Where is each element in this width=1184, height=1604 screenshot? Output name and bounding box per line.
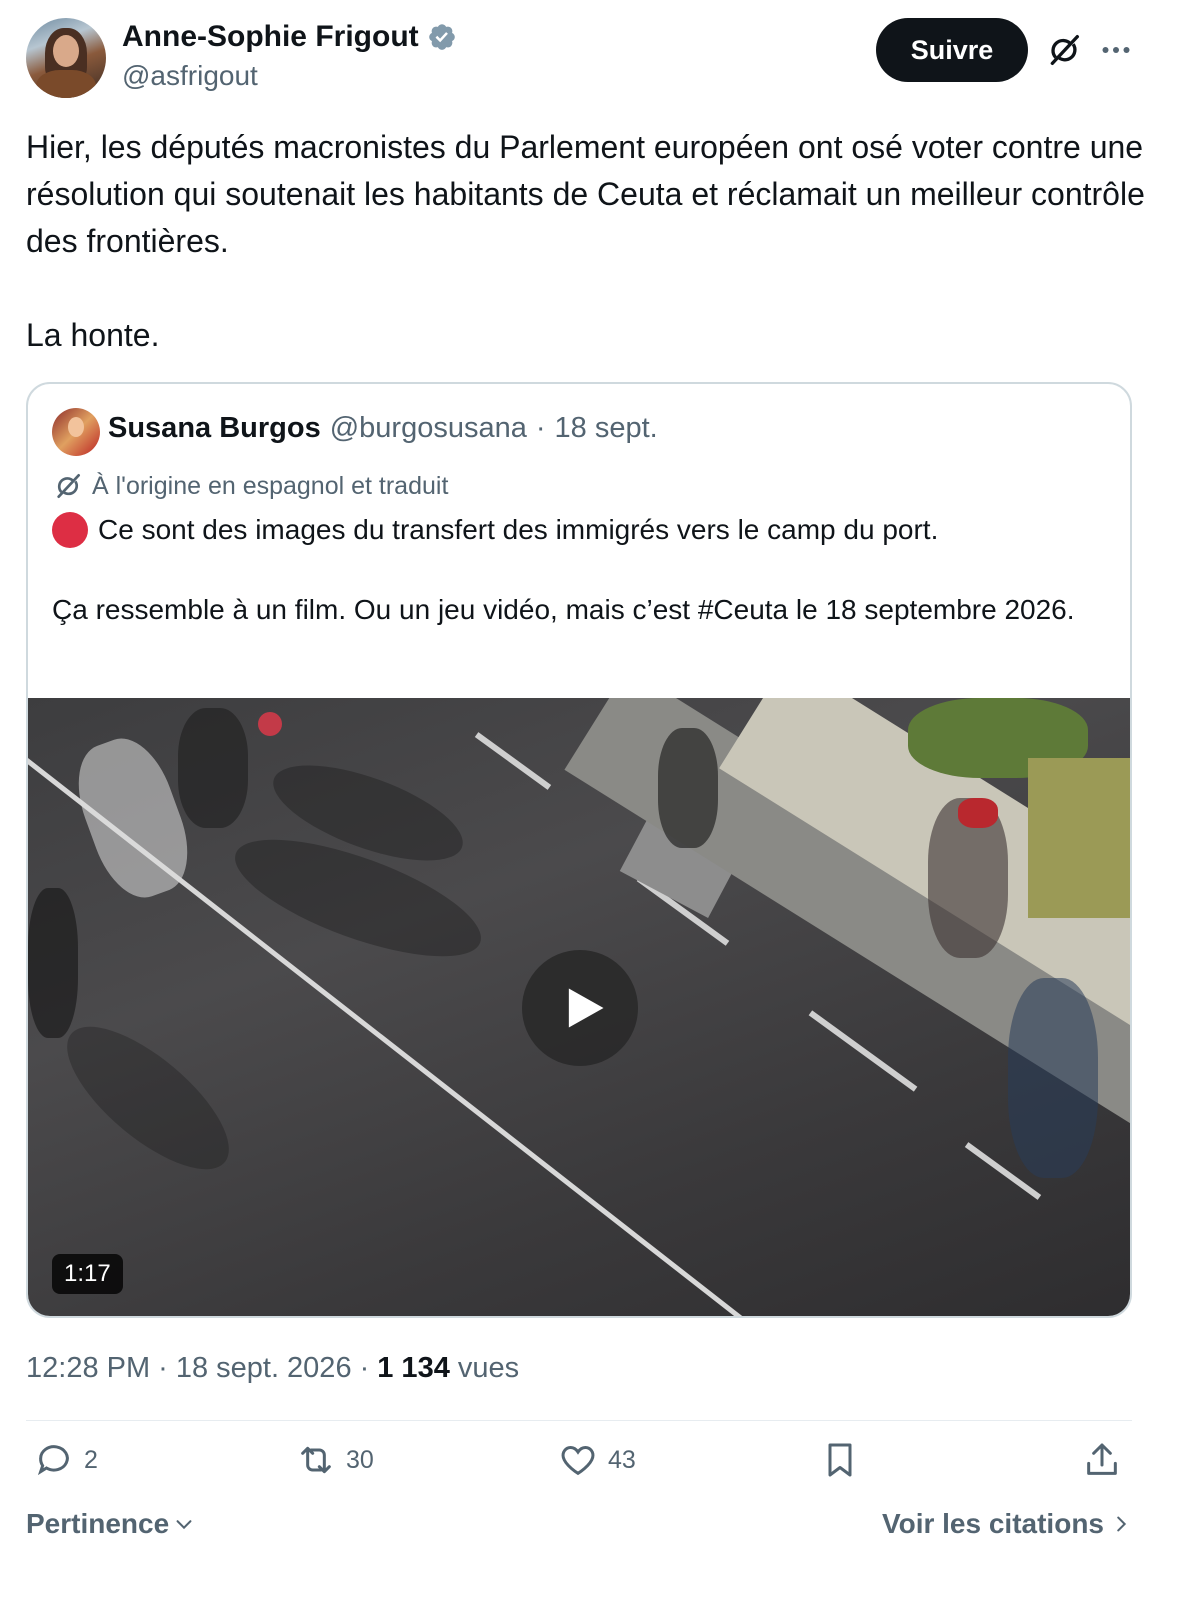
red-circle-emoji-icon bbox=[52, 512, 88, 548]
heart-icon bbox=[561, 1445, 595, 1476]
verified-badge-icon bbox=[428, 24, 455, 50]
translation-notice: À l'origine en espagnol et traduit bbox=[52, 470, 448, 502]
reply-count: 2 bbox=[84, 1445, 98, 1474]
play-button[interactable] bbox=[522, 950, 638, 1066]
tweet-text: Hier, les députés macronistes du Parleme… bbox=[26, 129, 1145, 353]
quote-author-avatar[interactable] bbox=[52, 408, 100, 456]
follow-button[interactable]: Suivre bbox=[876, 18, 1028, 82]
author-name[interactable]: Anne-Sophie Frigout bbox=[122, 20, 419, 54]
quote-text-line1: Ce sont des images du transfert des immi… bbox=[52, 512, 938, 548]
repost-count: 30 bbox=[346, 1445, 374, 1474]
tweet-header: Anne-Sophie Frigout @asfrigout Suivre bbox=[26, 18, 1158, 100]
play-icon bbox=[568, 988, 604, 1028]
like-count: 43 bbox=[608, 1445, 636, 1474]
divider bbox=[26, 1420, 1132, 1421]
tweet-date[interactable]: 18 sept. 2026 bbox=[176, 1352, 352, 1385]
quotes-label: Voir les citations bbox=[882, 1508, 1104, 1539]
author-avatar[interactable] bbox=[26, 18, 106, 98]
sort-dropdown[interactable]: Pertinence bbox=[26, 1508, 195, 1540]
more-icon[interactable] bbox=[1098, 32, 1134, 68]
chevron-right-icon bbox=[1117, 1516, 1127, 1532]
views-label: vues bbox=[457, 1352, 520, 1384]
author-name-row: Anne-Sophie Frigout bbox=[122, 20, 457, 54]
quoted-tweet-card[interactable]: Susana Burgos @burgosusana · 18 sept. À … bbox=[26, 382, 1132, 1318]
author-handle[interactable]: @asfrigout bbox=[122, 60, 258, 92]
quote-header: Susana Burgos @burgosusana · 18 sept. bbox=[108, 412, 658, 445]
grok-icon bbox=[57, 474, 80, 498]
chevron-down-icon bbox=[176, 1520, 192, 1530]
quote-date[interactable]: 18 sept. bbox=[555, 412, 658, 445]
sort-label: Pertinence bbox=[26, 1508, 170, 1539]
view-quotes-link[interactable]: Voir les citations bbox=[882, 1508, 1132, 1540]
tweet-meta: 12:28 PM · 18 sept. 2026 · 1 134 vues bbox=[26, 1352, 519, 1385]
quote-text-first: Ce sont des images du transfert des immi… bbox=[98, 514, 939, 545]
quote-text-second: Ça ressemble à un film. Ou un jeu vidéo,… bbox=[52, 594, 1075, 625]
like-button[interactable]: 43 bbox=[558, 1440, 636, 1480]
video-duration: 1:17 bbox=[52, 1254, 123, 1294]
quote-author-handle[interactable]: @burgosusana bbox=[330, 412, 527, 445]
replies-controls: Pertinence Voir les citations bbox=[26, 1508, 1132, 1556]
quote-author-name[interactable]: Susana Burgos bbox=[108, 412, 321, 445]
reply-button[interactable]: 2 bbox=[34, 1440, 98, 1480]
meta-separator: · bbox=[158, 1352, 168, 1384]
quote-separator: · bbox=[535, 412, 546, 444]
tweet-time[interactable]: 12:28 PM bbox=[26, 1352, 150, 1385]
share-button[interactable] bbox=[1082, 1440, 1122, 1480]
meta-separator: · bbox=[359, 1352, 370, 1384]
views-count: 1 134 bbox=[377, 1352, 450, 1384]
reply-icon bbox=[37, 1445, 69, 1476]
action-bar: 2 30 43 bbox=[26, 1440, 1132, 1500]
repost-icon bbox=[301, 1446, 331, 1474]
video-player[interactable]: 1:17 bbox=[28, 698, 1130, 1316]
bookmark-icon bbox=[828, 1443, 852, 1477]
repost-button[interactable]: 30 bbox=[296, 1440, 374, 1480]
bookmark-button[interactable] bbox=[820, 1440, 860, 1480]
translation-label: À l'origine en espagnol et traduit bbox=[92, 471, 449, 500]
share-icon bbox=[1087, 1443, 1117, 1475]
grok-icon[interactable] bbox=[1044, 30, 1084, 70]
